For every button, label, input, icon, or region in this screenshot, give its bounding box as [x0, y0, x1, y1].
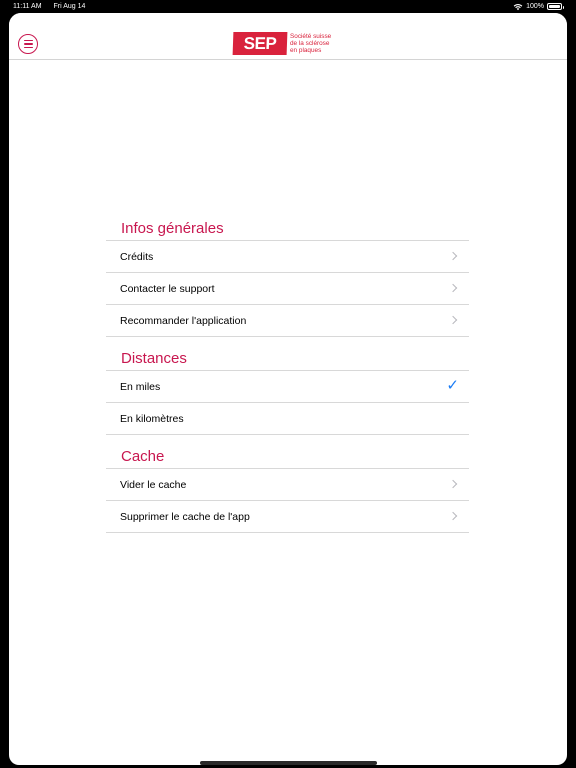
battery-icon: [547, 3, 564, 10]
row-clear-cache[interactable]: Vider le cache: [106, 469, 469, 501]
nav-bar: SEP Société suisse de la sclérose en pla…: [9, 13, 567, 60]
logo-subtitle: Société suisse de la sclérose en plaques: [290, 33, 331, 55]
logo-line-3: en plaques: [290, 47, 322, 55]
section-header-cache: Cache: [106, 447, 469, 469]
row-label: Recommander l'application: [120, 314, 247, 327]
section-header-distances: Distances: [106, 349, 469, 371]
row-label: En miles: [120, 380, 161, 393]
row-label: Contacter le support: [120, 282, 215, 295]
chevron-right-icon: [448, 479, 458, 489]
logo-mark: SEP: [232, 32, 288, 55]
battery-percent: 100%: [526, 3, 544, 10]
status-left: 11:11 AM Fri Aug 14: [13, 0, 95, 13]
row-label: Vider le cache: [120, 478, 187, 491]
chevron-right-icon: [448, 511, 458, 521]
logo-line-1: Société suisse: [290, 32, 332, 40]
hamburger-menu-icon[interactable]: [18, 34, 38, 54]
row-recommend-app[interactable]: Recommander l'application: [106, 305, 469, 337]
row-delete-app-cache[interactable]: Supprimer le cache de l'app: [106, 501, 469, 533]
row-contact-support[interactable]: Contacter le support: [106, 273, 469, 305]
row-label: En kilomètres: [120, 412, 184, 425]
wifi-icon: [513, 3, 523, 10]
app-screen: SEP Société suisse de la sclérose en pla…: [9, 13, 567, 765]
row-credits[interactable]: Crédits: [106, 241, 469, 273]
status-bar: 11:11 AM Fri Aug 14 100%: [0, 0, 576, 13]
chevron-right-icon: [448, 283, 458, 293]
logo-line-2: de la sclérose: [290, 39, 330, 47]
chevron-right-icon: [448, 315, 458, 325]
row-label: Supprimer le cache de l'app: [120, 510, 250, 523]
status-date: Fri Aug 14: [53, 3, 86, 10]
row-miles[interactable]: En miles ✓: [106, 371, 469, 403]
chevron-right-icon: [448, 251, 458, 261]
status-right: 100%: [513, 0, 564, 13]
sep-logo: SEP Société suisse de la sclérose en pla…: [232, 32, 331, 55]
row-kilometers[interactable]: En kilomètres: [106, 403, 469, 435]
row-label: Crédits: [120, 250, 154, 263]
settings-list: Infos générales Crédits Contacter le sup…: [106, 219, 469, 533]
section-header-general: Infos générales: [106, 219, 469, 241]
status-time: 11:11 AM: [13, 3, 42, 10]
checkmark-icon: ✓: [446, 377, 459, 394]
home-indicator[interactable]: [200, 761, 377, 765]
